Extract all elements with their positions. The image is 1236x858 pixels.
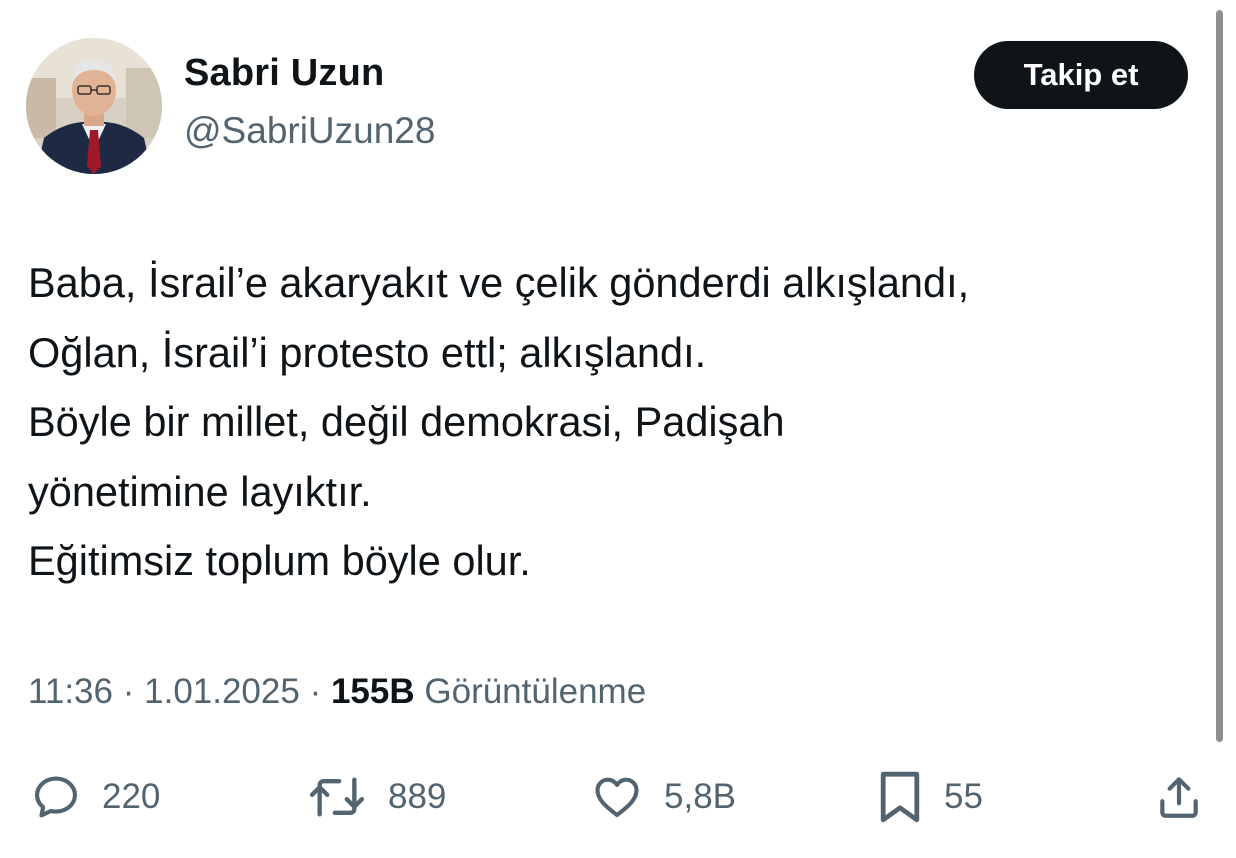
repost-button[interactable]: 889 xyxy=(306,762,446,832)
user-handle[interactable]: @SabriUzun28 xyxy=(184,110,435,152)
reply-count: 220 xyxy=(102,777,161,816)
meta-separator: · xyxy=(309,672,322,711)
bookmark-button[interactable]: 55 xyxy=(876,762,983,832)
reply-icon xyxy=(34,776,78,818)
avatar[interactable] xyxy=(26,38,162,174)
views-label: Görüntülenme xyxy=(424,672,647,711)
heart-icon xyxy=(595,777,639,818)
bookmark-icon xyxy=(880,771,920,823)
tweet-time[interactable]: 11:36 xyxy=(28,672,113,711)
tweet-text: Baba, İsrail’e akaryakıt ve çelik gönder… xyxy=(28,248,1208,596)
bookmark-count: 55 xyxy=(944,777,983,816)
views-count: 155B xyxy=(330,672,415,711)
tweet-meta: 11:36 · 1.01.2025 · 155B Görüntülenme xyxy=(28,672,646,712)
display-name[interactable]: Sabri Uzun xyxy=(184,52,384,95)
follow-button-label: Takip et xyxy=(1023,57,1139,92)
repost-icon xyxy=(309,777,365,817)
tweet-card: Sabri Uzun @SabriUzun28 Takip et Baba, İ… xyxy=(0,0,1236,858)
avatar-image xyxy=(26,38,162,174)
tweet-line: Baba, İsrail’e akaryakıt ve çelik gönder… xyxy=(28,259,970,306)
reply-button[interactable]: 220 xyxy=(30,762,160,832)
tweet-line: Oğlan, İsrail’i protesto ettl; alkışland… xyxy=(28,328,707,376)
tweet-line: Böyle bir millet, değil demokrasi, Padiş… xyxy=(28,398,785,445)
tweet-line: Eğitimsiz toplum böyle olur. xyxy=(28,537,531,584)
follow-button[interactable]: Takip et xyxy=(974,41,1188,109)
meta-separator: · xyxy=(122,672,135,711)
tweet-date[interactable]: 1.01.2025 xyxy=(144,672,300,711)
scrollbar[interactable] xyxy=(1216,10,1223,742)
like-count: 5,8B xyxy=(664,777,736,816)
like-button[interactable]: 5,8B xyxy=(590,762,736,832)
share-icon xyxy=(1160,777,1198,818)
action-bar: 220 889 5,8B 55 xyxy=(0,762,1236,832)
tweet-line: yönetimine layıktır. xyxy=(28,467,372,515)
share-button[interactable] xyxy=(1154,762,1204,832)
repost-count: 889 xyxy=(388,777,447,816)
